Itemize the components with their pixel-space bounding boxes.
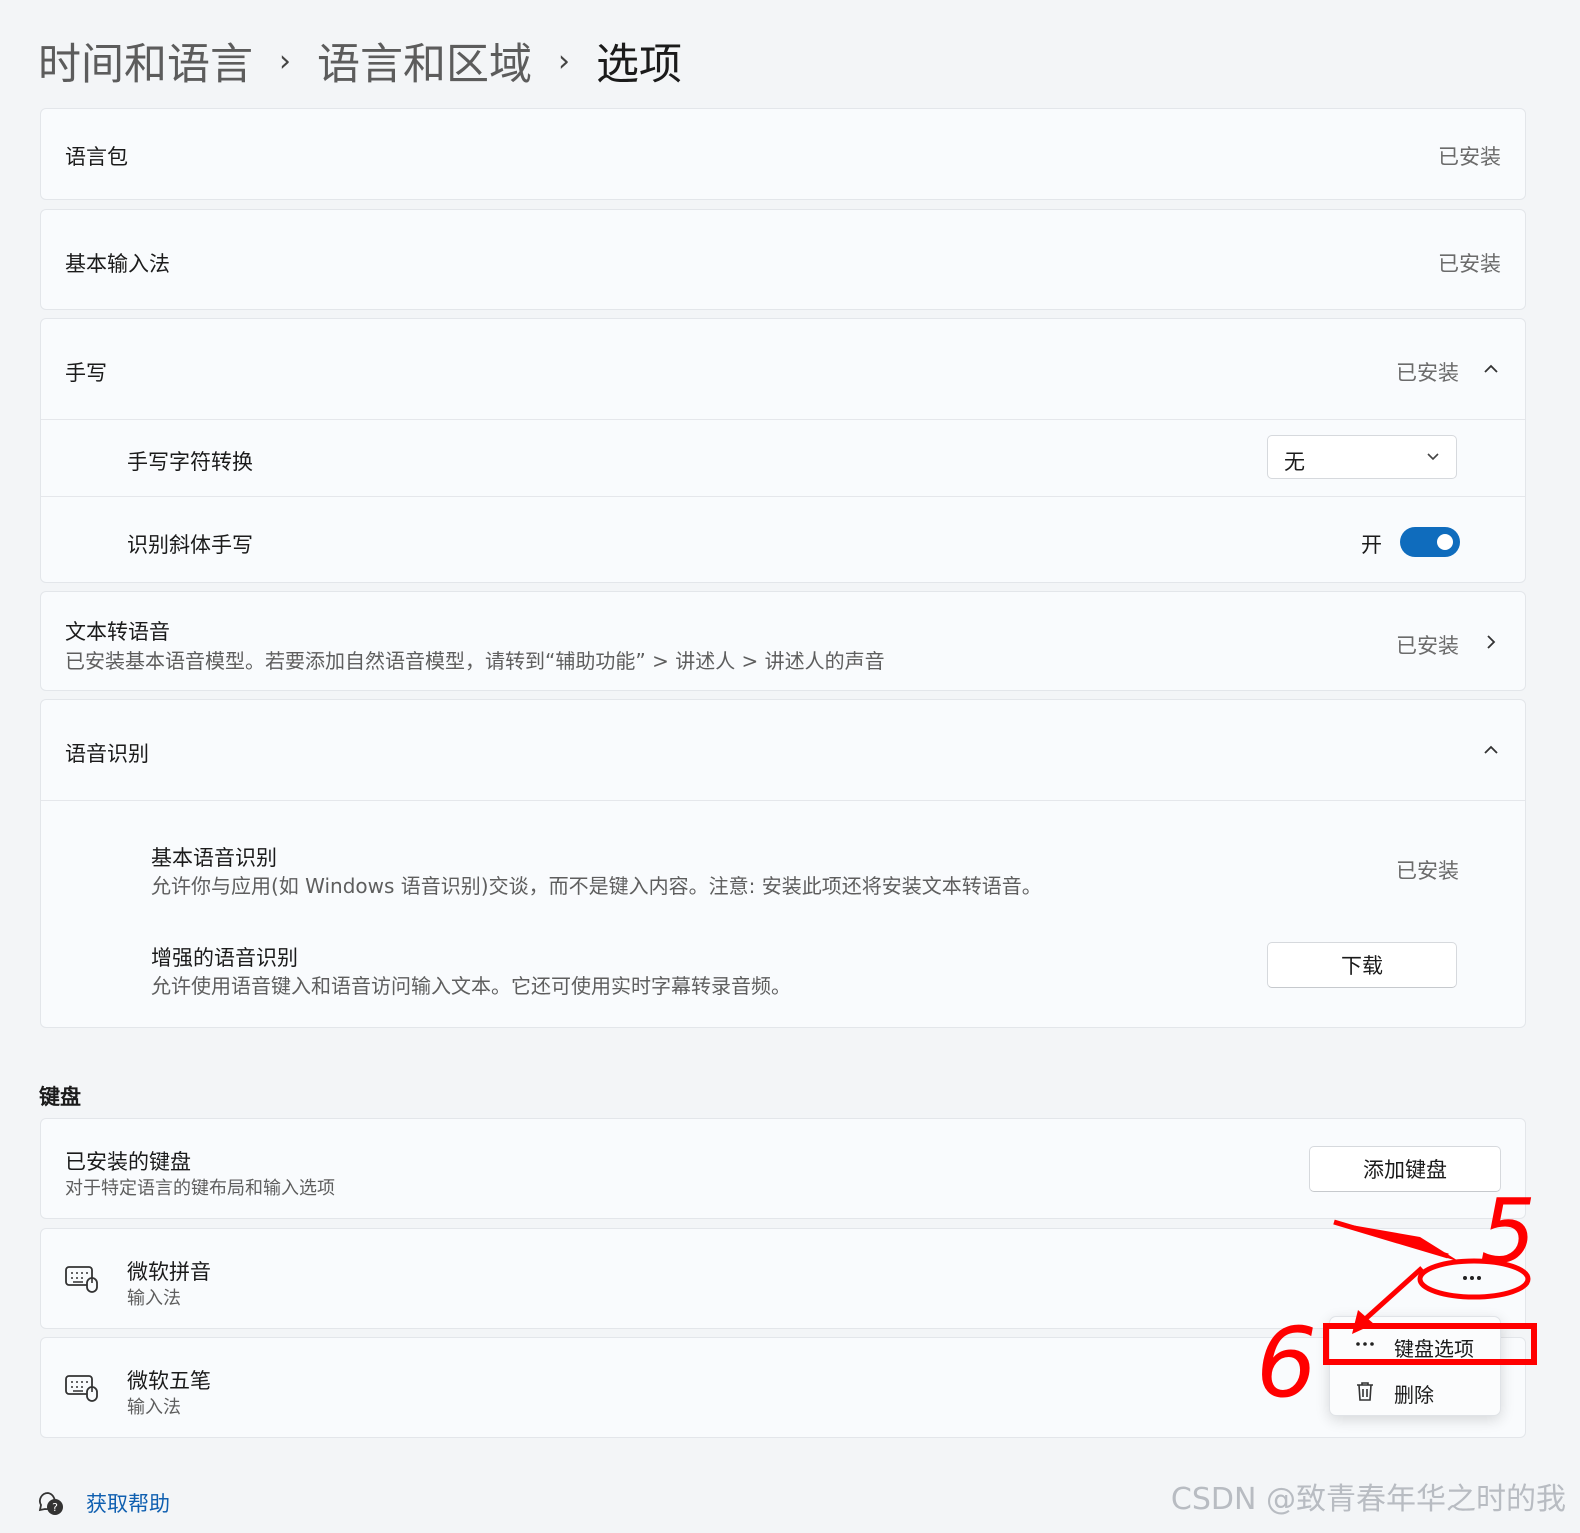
keyboard-icon	[65, 1375, 98, 1402]
breadcrumb-separator: ›	[279, 43, 291, 79]
toggle-knob	[1437, 534, 1453, 550]
keyboard-more-button[interactable]	[1452, 1266, 1492, 1290]
keyboard-name: 微软拼音	[127, 1260, 211, 1284]
handwriting-status: 已安装	[1396, 361, 1459, 385]
keyboard-item-pinyin: 微软拼音 输入法	[40, 1228, 1526, 1329]
dropdown-value: 无	[1284, 450, 1305, 474]
tts-card[interactable]: 文本转语音 已安装基本语音模型。若要添加自然语音模型，请转到“辅助功能” > 讲…	[40, 591, 1526, 691]
handwriting-conversion-label: 手写字符转换	[127, 450, 253, 474]
watermark: CSDN @致青春年华之时的我	[1170, 1482, 1566, 1517]
menu-item-label: 键盘选项	[1394, 1337, 1474, 1361]
chevron-up-icon[interactable]	[1481, 740, 1501, 760]
keyboard-type: 输入法	[127, 1397, 181, 1418]
handwriting-conversion-dropdown[interactable]: 无	[1267, 435, 1457, 479]
menu-item-delete[interactable]: 删除	[1330, 1367, 1500, 1413]
language-pack-card: 语言包 已安装	[40, 108, 1526, 200]
download-button[interactable]: 下载	[1267, 942, 1457, 988]
menu-item-keyboard-options[interactable]: 键盘选项	[1330, 1321, 1500, 1367]
basic-speech-description: 允许你与应用(如 Windows 语音识别)交谈，而不是键入内容。注意: 安装此…	[151, 874, 1042, 898]
speech-recognition-header[interactable]: 语音识别	[41, 700, 1525, 800]
basic-speech-status: 已安装	[1396, 859, 1459, 883]
breadcrumb-language-region[interactable]: 语言和区域	[317, 30, 532, 92]
divider	[41, 800, 1525, 801]
svg-text:?: ?	[52, 1501, 58, 1514]
speech-recognition-card: 语音识别 基本语音识别 允许你与应用(如 Windows 语音识别)交谈，而不是…	[40, 699, 1526, 1028]
breadcrumb-time-language[interactable]: 时间和语言	[38, 30, 253, 92]
basic-speech-label: 基本语音识别	[151, 846, 277, 870]
toggle-state-label: 开	[1361, 533, 1382, 557]
handwriting-header[interactable]: 手写 已安装	[41, 319, 1525, 419]
language-pack-status: 已安装	[1438, 145, 1501, 169]
installed-keyboards-card: 已安装的键盘 对于特定语言的键布局和输入选项 添加键盘	[40, 1118, 1526, 1219]
keyboard-section-title: 键盘	[39, 1085, 81, 1109]
handwriting-label: 手写	[65, 361, 107, 385]
trash-icon	[1357, 1382, 1373, 1401]
enhanced-speech-label: 增强的语音识别	[151, 946, 298, 970]
get-help-link[interactable]: ? 获取帮助	[38, 1488, 170, 1518]
chevron-up-icon[interactable]	[1481, 359, 1501, 379]
tts-description: 已安装基本语音模型。若要添加自然语音模型，请转到“辅助功能” > 讲述人 > 讲…	[65, 649, 885, 673]
basic-typing-label: 基本输入法	[65, 252, 170, 276]
speech-recognition-label: 语音识别	[65, 742, 149, 766]
keyboard-context-menu: 键盘选项 删除	[1329, 1316, 1501, 1416]
menu-item-label: 删除	[1394, 1383, 1434, 1407]
italic-handwriting-row: 识别斜体手写 开	[41, 497, 1525, 584]
installed-keyboards-description: 对于特定语言的键布局和输入选项	[65, 1178, 335, 1199]
italic-handwriting-label: 识别斜体手写	[127, 533, 253, 557]
basic-typing-card: 基本输入法 已安装	[40, 209, 1526, 310]
handwriting-card: 手写 已安装 手写字符转换 无 识别斜体手写 开	[40, 318, 1526, 583]
basic-typing-status: 已安装	[1438, 252, 1501, 276]
language-pack-label: 语言包	[65, 145, 128, 169]
keyboard-icon	[65, 1266, 98, 1293]
tts-status: 已安装	[1396, 634, 1459, 658]
more-dots-icon	[1463, 1276, 1481, 1280]
chevron-right-icon	[1487, 635, 1496, 649]
tts-label: 文本转语音	[65, 620, 170, 644]
keyboard-item-wubi: 微软五笔 输入法	[40, 1337, 1526, 1438]
keyboard-name: 微软五笔	[127, 1369, 211, 1393]
keyboard-type: 输入法	[127, 1288, 181, 1309]
installed-keyboards-label: 已安装的键盘	[65, 1150, 191, 1174]
breadcrumb: 时间和语言 › 语言和区域 › 选项	[38, 30, 682, 92]
more-dots-icon	[1356, 1342, 1374, 1346]
breadcrumb-separator: ›	[558, 43, 570, 79]
chevron-down-icon	[1427, 453, 1439, 461]
enhanced-speech-description: 允许使用语音键入和语音访问输入文本。它还可使用实时字幕转录音频。	[151, 974, 791, 998]
add-keyboard-button[interactable]: 添加键盘	[1309, 1146, 1501, 1192]
page-title: 选项	[596, 40, 682, 90]
italic-handwriting-toggle[interactable]	[1400, 527, 1460, 557]
get-help-label: 获取帮助	[86, 1492, 170, 1516]
help-icon: ?	[38, 1492, 63, 1515]
